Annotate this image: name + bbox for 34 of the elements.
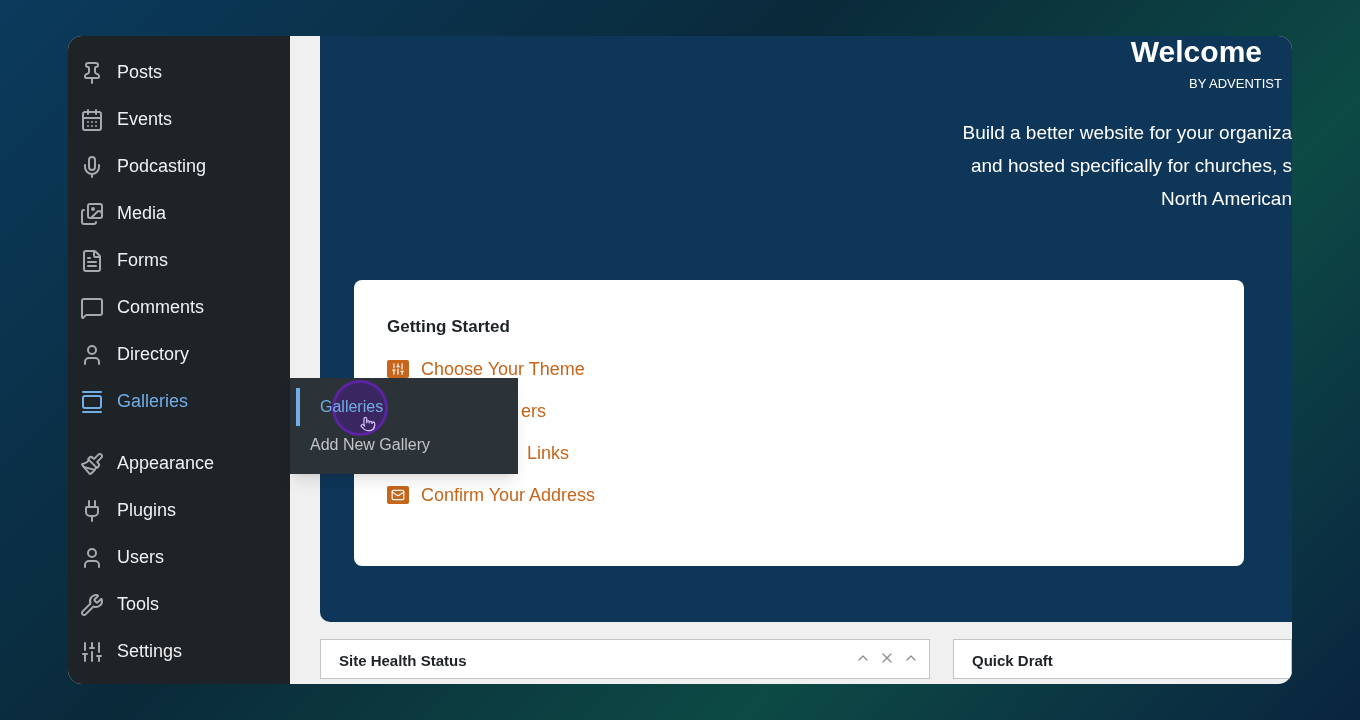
sidebar-item[interactable]: Galleries — [68, 378, 290, 425]
sidebar-item[interactable]: Podcasting — [68, 143, 290, 190]
paintbrush-icon — [80, 451, 104, 476]
card-link[interactable]: Confirm Your Address — [387, 482, 1244, 508]
mail-icon — [387, 486, 409, 504]
sidebar-item[interactable]: Forms — [68, 237, 290, 284]
sidebar-item[interactable]: Users — [68, 534, 290, 581]
gallery-icon — [80, 389, 104, 414]
sidebar-item[interactable]: Posts — [68, 49, 290, 96]
comment-icon — [80, 295, 104, 320]
sliders-icon — [80, 639, 104, 664]
byline: BY ADVENTIST — [1189, 75, 1282, 93]
flyout-item[interactable]: Galleries — [296, 388, 518, 426]
sidebar-item[interactable]: Settings — [68, 628, 290, 675]
sidebar-item[interactable]: Tools — [68, 581, 290, 628]
media-icon — [80, 201, 104, 226]
card-link[interactable]: Choose Your Theme — [387, 356, 1244, 382]
calendar-icon — [80, 107, 104, 132]
welcome-title: Welcome — [1130, 36, 1263, 68]
flyout-item[interactable]: Add New Gallery — [290, 426, 518, 464]
sidebar-item[interactable]: Events — [68, 96, 290, 143]
sidebar-item[interactable]: Directory — [68, 331, 290, 378]
sidebar-item[interactable]: Comments — [68, 284, 290, 331]
sidebar-item[interactable]: Media — [68, 190, 290, 237]
card-title: Getting Started — [387, 315, 511, 338]
form-icon — [80, 248, 104, 273]
panel-title: Quick Draft — [972, 651, 1053, 671]
panel-title: Site Health Status — [339, 651, 467, 671]
sidebar-item[interactable]: Plugins — [68, 487, 290, 534]
wrench-icon — [80, 592, 104, 617]
hand-cursor-icon — [360, 416, 376, 432]
sliders-icon — [387, 360, 409, 378]
sidebar-item[interactable]: Appearance — [68, 440, 290, 487]
banner-description: Build a better website for your organiza and hosted specifically for churches, s North American — [962, 120, 1292, 211]
